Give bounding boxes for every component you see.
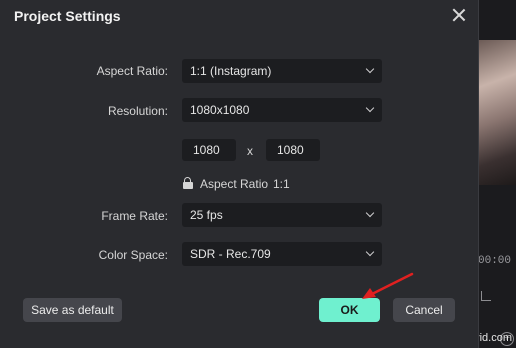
aspect-lock-value: 1:1 <box>273 177 290 191</box>
aspect-lock-label: Aspect Ratio <box>200 177 269 191</box>
cancel-button[interactable]: Cancel <box>393 298 455 322</box>
close-icon[interactable] <box>451 7 467 23</box>
aspect-ratio-value: 1:1 (Instagram) <box>190 64 272 78</box>
color-space-label: Color Space: <box>98 248 168 262</box>
project-settings-dialog: Project Settings Aspect Ratio: 1:1 (Inst… <box>0 0 479 348</box>
preview-image <box>478 40 516 185</box>
height-input[interactable]: 1080 <box>266 139 320 161</box>
chevron-down-icon <box>365 103 375 113</box>
chevron-down-icon <box>365 247 375 257</box>
unlock-icon[interactable] <box>183 177 193 189</box>
frame-rate-value: 25 fps <box>190 208 223 222</box>
frame-rate-select[interactable]: 25 fps <box>182 203 382 227</box>
frame-rate-label: Frame Rate: <box>101 209 168 223</box>
aspect-ratio-label: Aspect Ratio: <box>96 64 168 78</box>
dialog-title: Project Settings <box>14 8 121 24</box>
save-as-default-button[interactable]: Save as default <box>23 298 122 322</box>
chevron-down-icon <box>365 208 375 218</box>
resolution-value: 1080x1080 <box>190 103 250 117</box>
aspect-ratio-select[interactable]: 1:1 (Instagram) <box>182 59 382 83</box>
resolution-select[interactable]: 1080x1080 <box>182 98 382 122</box>
resolution-label: Resolution: <box>107 104 168 118</box>
color-space-select[interactable]: SDR - Rec.709 <box>182 242 382 266</box>
ok-button[interactable]: OK <box>319 298 380 322</box>
color-space-value: SDR - Rec.709 <box>190 247 271 261</box>
width-input[interactable]: 1080 <box>182 139 236 161</box>
dimension-separator: x <box>247 144 253 158</box>
preview-timecode: 00:00 <box>478 255 512 267</box>
chevron-down-icon <box>365 64 375 74</box>
crop-icon[interactable] <box>481 291 491 301</box>
